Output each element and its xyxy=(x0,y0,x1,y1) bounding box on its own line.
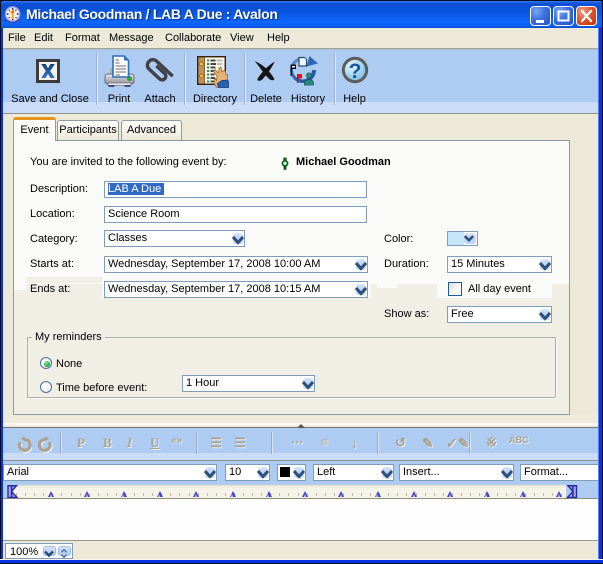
svg-text:?: ? xyxy=(349,60,362,83)
